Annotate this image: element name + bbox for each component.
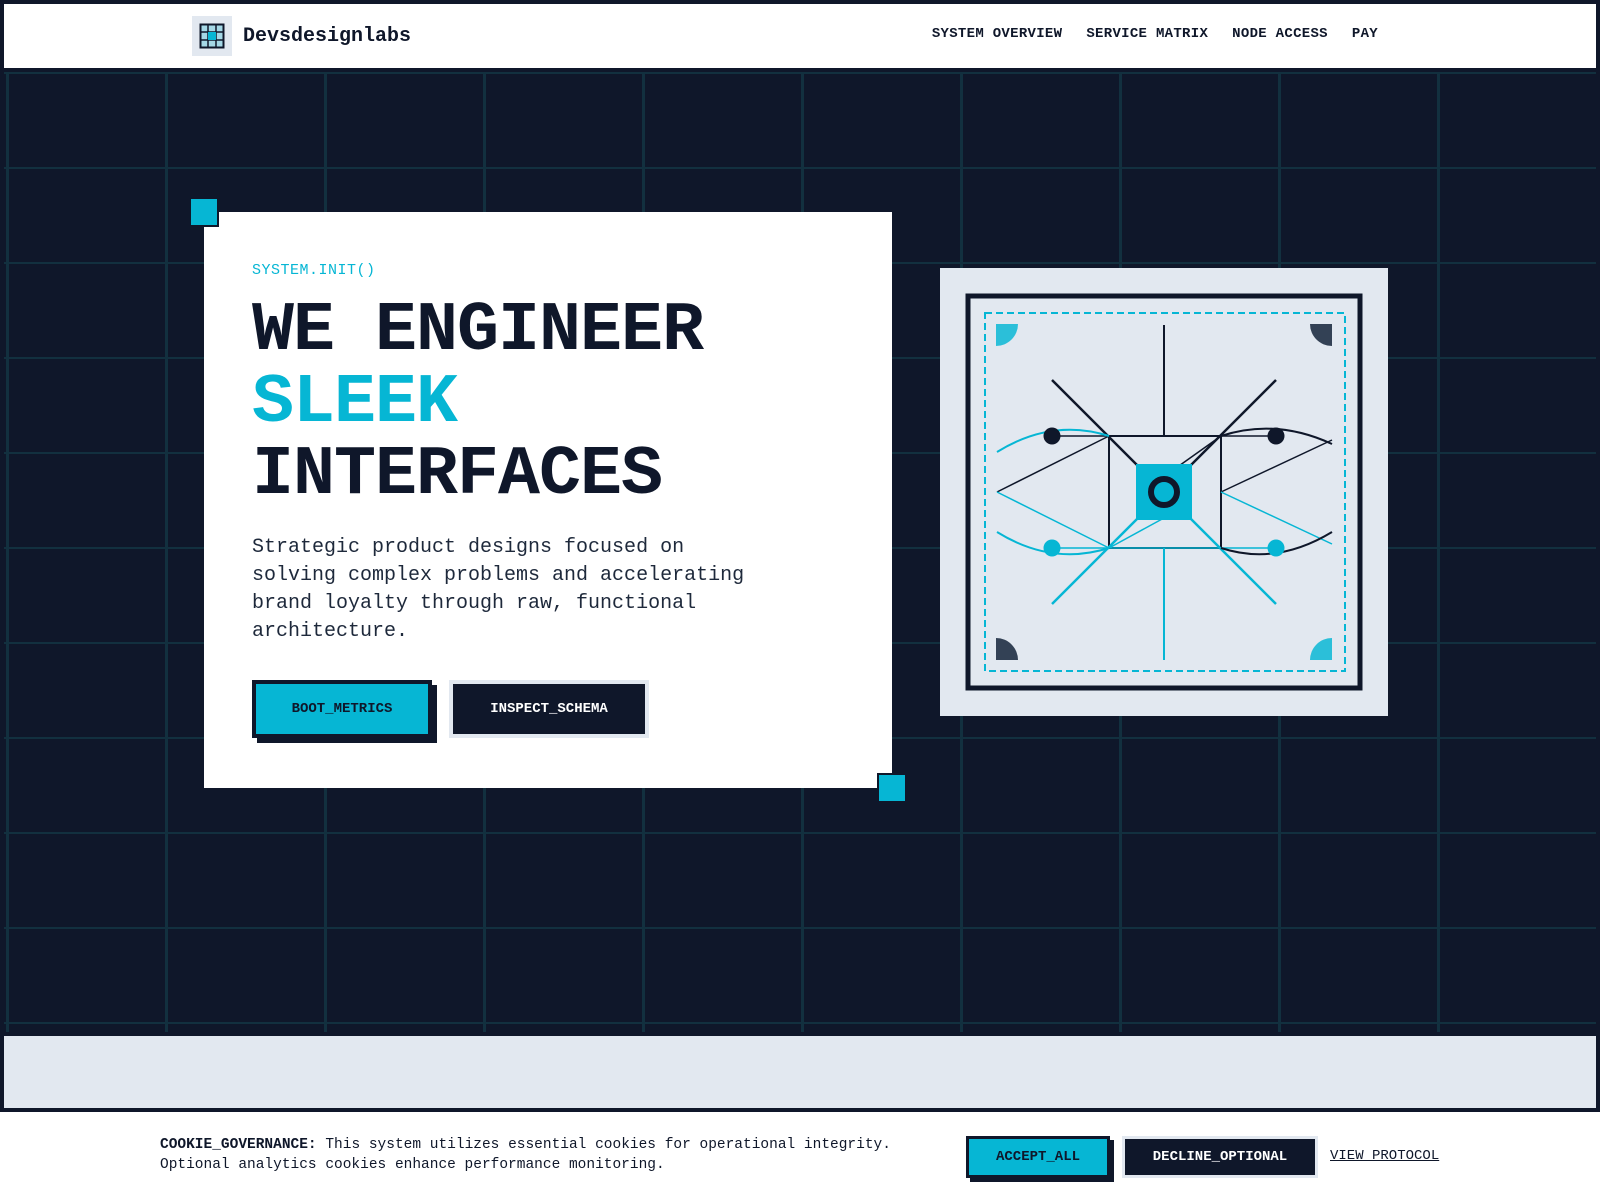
content-strip — [0, 1032, 1600, 1112]
grid-logo-icon — [192, 16, 232, 56]
view-protocol-link[interactable]: VIEW PROTOCOL — [1330, 1148, 1439, 1164]
nav-service-matrix[interactable]: SERVICE MATRIX — [1086, 26, 1208, 42]
decline-optional-button[interactable]: DECLINE_OPTIONAL — [1122, 1136, 1318, 1178]
card-corner-accent-bottom-right — [877, 773, 907, 803]
headline-accent: SLEEK — [252, 364, 458, 443]
card-corner-accent-top-left — [189, 197, 219, 227]
nav-pay[interactable]: PAY — [1352, 26, 1378, 42]
circuit-schematic-illustration — [940, 268, 1388, 716]
hero-eyebrow: SYSTEM.INIT() — [252, 262, 376, 279]
nav-system-overview[interactable]: SYSTEM OVERVIEW — [932, 26, 1063, 42]
headline-line-3: INTERFACES — [252, 436, 663, 515]
cookie-label: COOKIE_GOVERNANCE: — [160, 1137, 317, 1153]
hero-description: Strategic product designs focused on sol… — [252, 536, 745, 643]
cookie-message: COOKIE_GOVERNANCE: This system utilizes … — [160, 1135, 920, 1175]
hero-card: SYSTEM.INIT() WE ENGINEER SLEEK INTERFAC… — [204, 212, 892, 788]
inspect-schema-button[interactable]: INSPECT_SCHEMA — [449, 680, 649, 738]
site-header: Devsdesignlabs SYSTEM OVERVIEW SERVICE M… — [0, 0, 1600, 72]
boot-metrics-button[interactable]: BOOT_METRICS — [252, 680, 432, 738]
brand[interactable]: Devsdesignlabs — [192, 16, 411, 56]
accept-all-button[interactable]: ACCEPT_ALL — [966, 1136, 1110, 1178]
main-nav: SYSTEM OVERVIEW SERVICE MATRIX NODE ACCE… — [932, 26, 1378, 42]
nav-node-access[interactable]: NODE ACCESS — [1232, 26, 1328, 42]
headline-line-1: WE ENGINEER — [252, 292, 704, 371]
hero-headline: WE ENGINEER SLEEK INTERFACES — [252, 296, 704, 515]
cookie-banner: COOKIE_GOVERNANCE: This system utilizes … — [0, 1112, 1600, 1200]
brand-name: Devsdesignlabs — [243, 24, 412, 48]
